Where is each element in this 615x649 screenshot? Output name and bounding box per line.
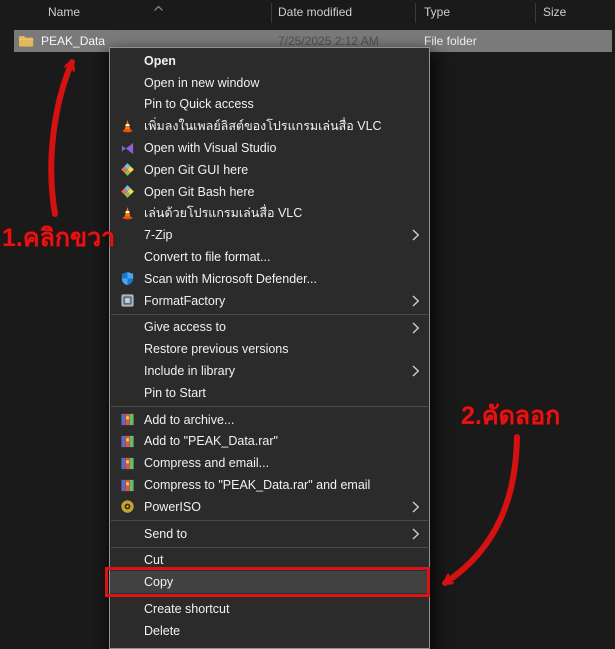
menu-item-label: Include in library: [144, 364, 235, 378]
menu-item-label: Compress and email...: [144, 456, 269, 470]
column-divider[interactable]: [415, 3, 416, 23]
menu-item-restore-previous-versions[interactable]: Restore previous versions: [110, 338, 429, 360]
submenu-arrow-icon: [412, 365, 420, 377]
context-menu: Open Open in new window Pin to Quick acces…: [109, 47, 430, 649]
menu-item-add-to-peak-data-rar[interactable]: Add to "PEAK_Data.rar": [110, 431, 429, 453]
menu-item-compress-and-email[interactable]: Compress and email...: [110, 452, 429, 474]
menu-item-convert-to-file-format[interactable]: Convert to file format...: [110, 246, 429, 268]
file-type: File folder: [424, 34, 477, 48]
menu-item-copy[interactable]: Copy: [110, 571, 429, 593]
submenu-arrow-icon: [412, 322, 420, 334]
visual-studio-icon: [119, 140, 135, 156]
menu-item-label: Open: [144, 54, 176, 68]
menu-item-add-to-archive[interactable]: Add to archive...: [110, 409, 429, 431]
menu-item-include-in-library[interactable]: Include in library: [110, 360, 429, 382]
menu-item-pin-to-start[interactable]: Pin to Start: [110, 382, 429, 404]
git-icon: [119, 184, 135, 200]
annotation-step2-copy: 2.คัดลอก: [461, 396, 560, 436]
menu-separator: [111, 595, 428, 596]
menu-item-label: Cut: [144, 553, 163, 567]
menu-item-formatfactory[interactable]: FormatFactory: [110, 290, 429, 312]
menu-item-label: Add to archive...: [144, 413, 234, 427]
arrow-to-peak-data: [51, 62, 72, 214]
vlc-icon: [119, 118, 135, 134]
menu-item-7-zip[interactable]: 7-Zip: [110, 224, 429, 246]
menu-item-label: Open Git GUI here: [144, 163, 248, 177]
menu-item-label: Pin to Start: [144, 386, 206, 400]
column-divider[interactable]: [535, 3, 536, 23]
menu-item-label: Convert to file format...: [144, 250, 270, 264]
menu-item-give-access-to[interactable]: Give access to: [110, 317, 429, 339]
menu-item-create-shortcut[interactable]: Create shortcut: [110, 598, 429, 620]
menu-item-open-in-new-window[interactable]: Open in new window: [110, 72, 429, 94]
column-header-date-modified[interactable]: Date modified: [278, 5, 352, 19]
menu-item-compress-to-peak-data-rar-and-email[interactable]: Compress to "PEAK_Data.rar" and email: [110, 474, 429, 496]
sort-ascending-icon: [153, 0, 164, 17]
winrar-icon: [119, 477, 135, 493]
menu-item-label: 7-Zip: [144, 228, 172, 242]
menu-item-label: Create shortcut: [144, 602, 229, 616]
menu-item-open-git-bash-here[interactable]: Open Git Bash here: [110, 181, 429, 203]
menu-item-label: Restore previous versions: [144, 342, 289, 356]
menu-item-cut[interactable]: Cut: [110, 550, 429, 572]
menu-item-vlc[interactable]: เล่นด้วยโปรแกรมเล่นสื่อ VLC: [110, 203, 429, 225]
submenu-arrow-icon: [412, 501, 420, 513]
menu-item-label: Scan with Microsoft Defender...: [144, 272, 317, 286]
menu-separator: [111, 520, 428, 521]
menu-item-send-to[interactable]: Send to: [110, 523, 429, 545]
menu-item-open-git-gui-here[interactable]: Open Git GUI here: [110, 159, 429, 181]
menu-item-label: PowerISO: [144, 500, 201, 514]
column-header-row: Name Date modified Type Size: [0, 0, 615, 26]
poweriso-icon: [119, 499, 135, 515]
menu-separator: [111, 406, 428, 407]
menu-item-delete[interactable]: Delete: [110, 620, 429, 642]
menu-item-label: Compress to "PEAK_Data.rar" and email: [144, 478, 370, 492]
menu-item-scan-with-microsoft-defender[interactable]: Scan with Microsoft Defender...: [110, 268, 429, 290]
annotation-step1-right-click: 1.คลิกขวา: [2, 218, 115, 258]
vlc-icon: [119, 206, 135, 222]
menu-item-label: Give access to: [144, 320, 226, 334]
defender-icon: [119, 271, 135, 287]
menu-item-label: Open Git Bash here: [144, 185, 254, 199]
menu-item-open-with-visual-studio[interactable]: Open with Visual Studio: [110, 137, 429, 159]
arrow-to-copy: [445, 437, 517, 583]
git-icon: [119, 162, 135, 178]
menu-separator: [111, 314, 428, 315]
menu-item-label: Send to: [144, 527, 187, 541]
formatfactory-icon: [119, 293, 135, 309]
menu-item-label: เล่นด้วยโปรแกรมเล่นสื่อ VLC: [144, 203, 302, 223]
menu-item-label: FormatFactory: [144, 294, 225, 308]
menu-item-vlc[interactable]: เพิ่มลงในเพลย์ลิสต์ของโปรแกรมเล่นสื่อ VL…: [110, 115, 429, 137]
menu-item-label: เพิ่มลงในเพลย์ลิสต์ของโปรแกรมเล่นสื่อ VL…: [144, 116, 382, 136]
submenu-arrow-icon: [412, 229, 420, 241]
winrar-icon: [119, 412, 135, 428]
winrar-icon: [119, 434, 135, 450]
folder-icon: [18, 33, 34, 49]
menu-item-label: Delete: [144, 624, 180, 638]
menu-separator: [111, 547, 428, 548]
menu-item-poweriso[interactable]: PowerISO: [110, 496, 429, 518]
column-header-size[interactable]: Size: [543, 5, 566, 19]
file-date-modified: 7/25/2025 2:12 AM: [278, 34, 379, 48]
file-name: PEAK_Data: [41, 34, 105, 48]
winrar-icon: [119, 455, 135, 471]
menu-item-label: Add to "PEAK_Data.rar": [144, 434, 278, 448]
column-header-type[interactable]: Type: [424, 5, 450, 19]
submenu-arrow-icon: [412, 528, 420, 540]
column-header-name[interactable]: Name: [48, 5, 80, 19]
menu-item-pin-to-quick-access[interactable]: Pin to Quick access: [110, 94, 429, 116]
column-divider[interactable]: [271, 3, 272, 23]
menu-item-label: Open with Visual Studio: [144, 141, 277, 155]
submenu-arrow-icon: [412, 295, 420, 307]
menu-item-label: Pin to Quick access: [144, 97, 254, 111]
menu-item-open[interactable]: Open: [110, 50, 429, 72]
menu-item-label: Open in new window: [144, 76, 259, 90]
menu-item-label: Copy: [144, 575, 173, 589]
